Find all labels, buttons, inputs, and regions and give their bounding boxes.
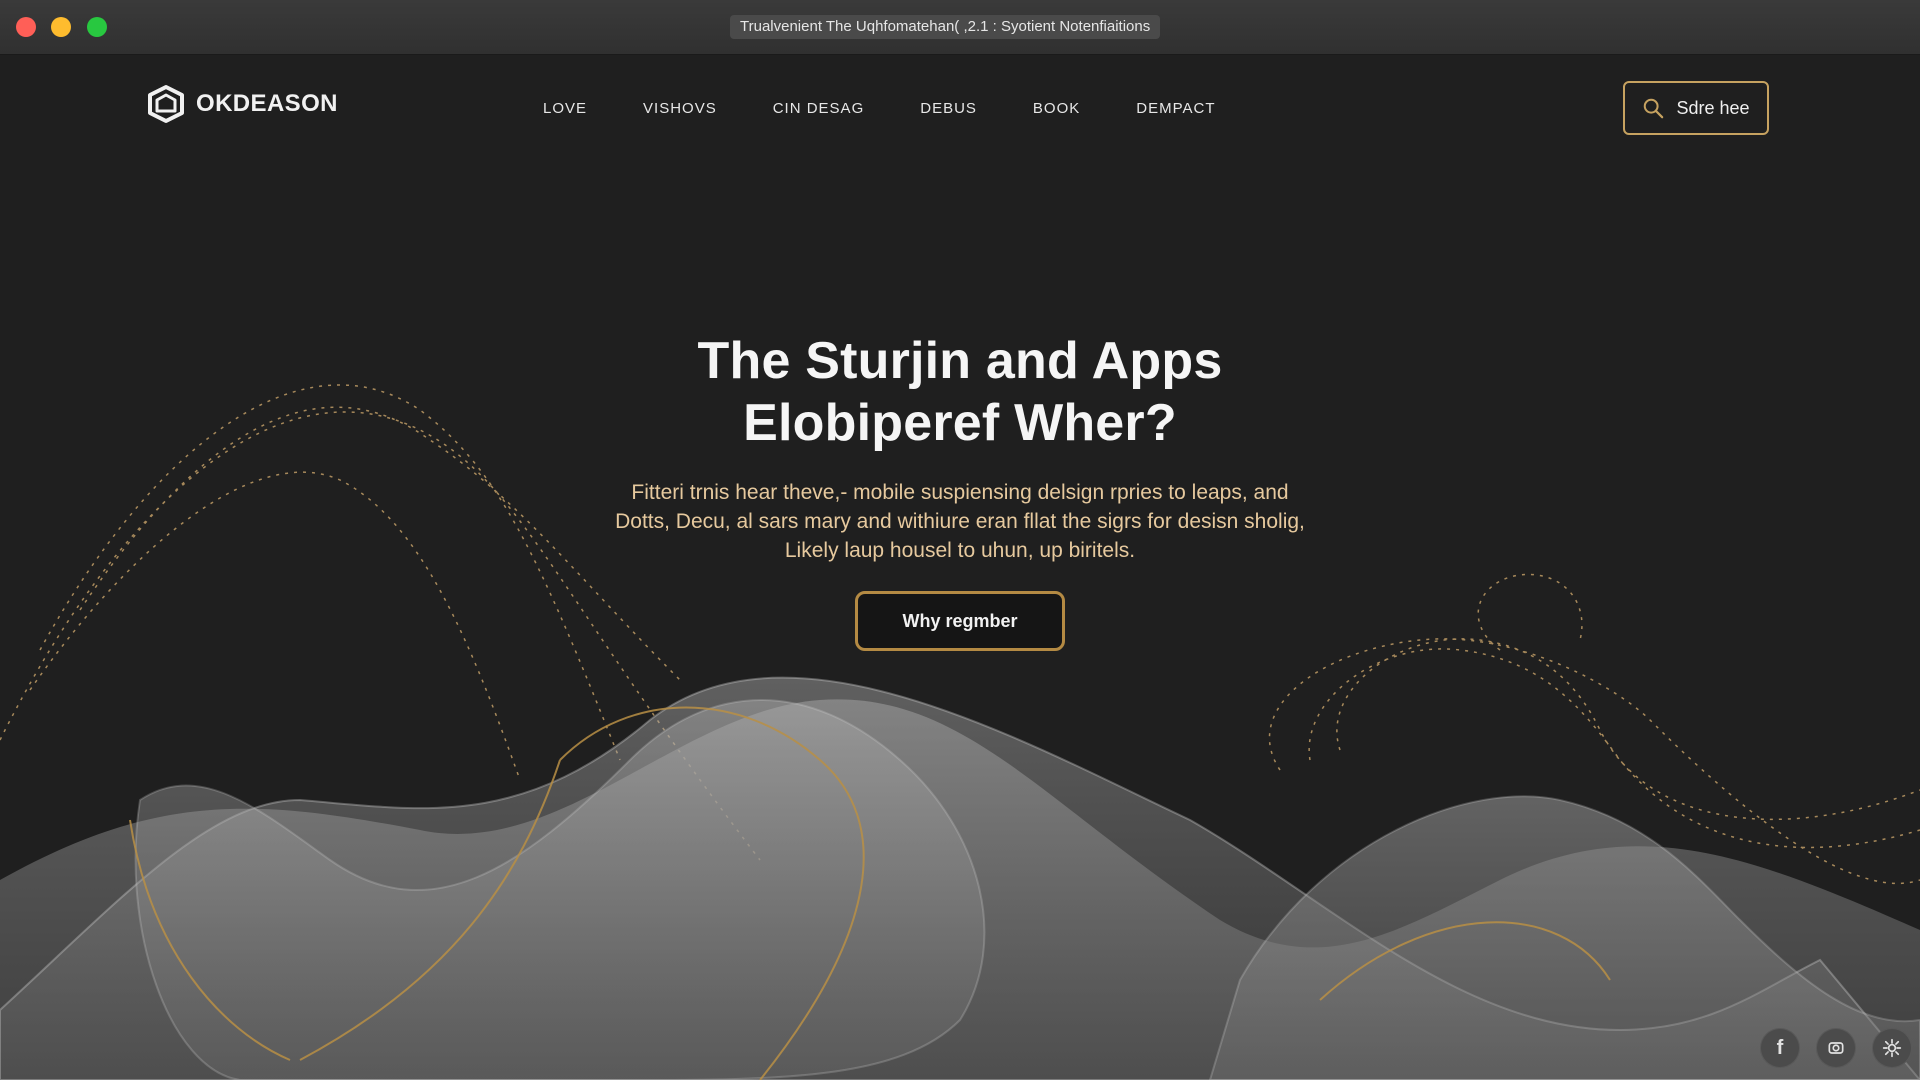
hero-title: The Sturjin and Apps Elobiperef Wher? xyxy=(0,330,1920,454)
gear-icon[interactable] xyxy=(1872,1028,1912,1068)
window-title: Trualvenient The Uqhfomatehan( ,2.1 : Sy… xyxy=(730,15,1161,39)
hero-body-line-1: Fitteri trnis hear theve,- mobile suspie… xyxy=(631,481,1289,504)
search-icon xyxy=(1642,97,1664,119)
window-titlebar: Trualvenient The Uqhfomatehan( ,2.1 : Sy… xyxy=(0,0,1920,55)
nav-item-love[interactable]: LOVE xyxy=(543,100,587,117)
search-label: Sdre hee xyxy=(1676,97,1750,118)
hero-description: Fitteri trnis hear theve,- mobile suspie… xyxy=(590,478,1330,565)
close-window-button[interactable] xyxy=(16,17,36,37)
nav-item-dempact[interactable]: DEMPACT xyxy=(1136,100,1215,117)
search-button[interactable]: Sdre hee xyxy=(1623,81,1769,135)
maximize-window-button[interactable] xyxy=(87,17,107,37)
nav-item-cin-desag[interactable]: CIN DESAG xyxy=(773,100,865,117)
main-nav: LOVE VISHOVS CIN DESAG DEBUS BOOK DEMPAC… xyxy=(543,100,1216,117)
site-header: OKDEASON LOVE VISHOVS CIN DESAG DEBUS BO… xyxy=(0,54,1920,164)
minimize-window-button[interactable] xyxy=(51,17,71,37)
brand-name: OKDEASON xyxy=(196,90,338,117)
social-links: f xyxy=(1760,1028,1920,1068)
hero-section: The Sturjin and Apps Elobiperef Wher? Fi… xyxy=(0,330,1920,651)
hero-body-line-3: Likely laup housel to uhun, up biritels. xyxy=(784,539,1136,562)
camera-icon[interactable] xyxy=(1816,1028,1856,1068)
nav-item-book[interactable]: BOOK xyxy=(1033,100,1080,117)
nav-item-debus[interactable]: DEBUS xyxy=(920,100,977,117)
nav-item-vishovs[interactable]: VISHOVS xyxy=(643,100,717,117)
cta-button[interactable]: Why regmber xyxy=(855,591,1065,651)
browser-window: Trualvenient The Uqhfomatehan( ,2.1 : Sy… xyxy=(0,0,1920,1080)
hero-title-line-1: The Sturjin and Apps xyxy=(697,332,1223,390)
hexagon-logo-icon xyxy=(146,84,186,124)
hero-body-line-2: Dotts, Decu, al sars mary and withiure e… xyxy=(615,510,1305,533)
brand-logo[interactable]: OKDEASON xyxy=(146,84,338,124)
hero-title-line-2: Elobiperef Wher? xyxy=(743,394,1177,452)
facebook-icon[interactable]: f xyxy=(1760,1028,1800,1068)
